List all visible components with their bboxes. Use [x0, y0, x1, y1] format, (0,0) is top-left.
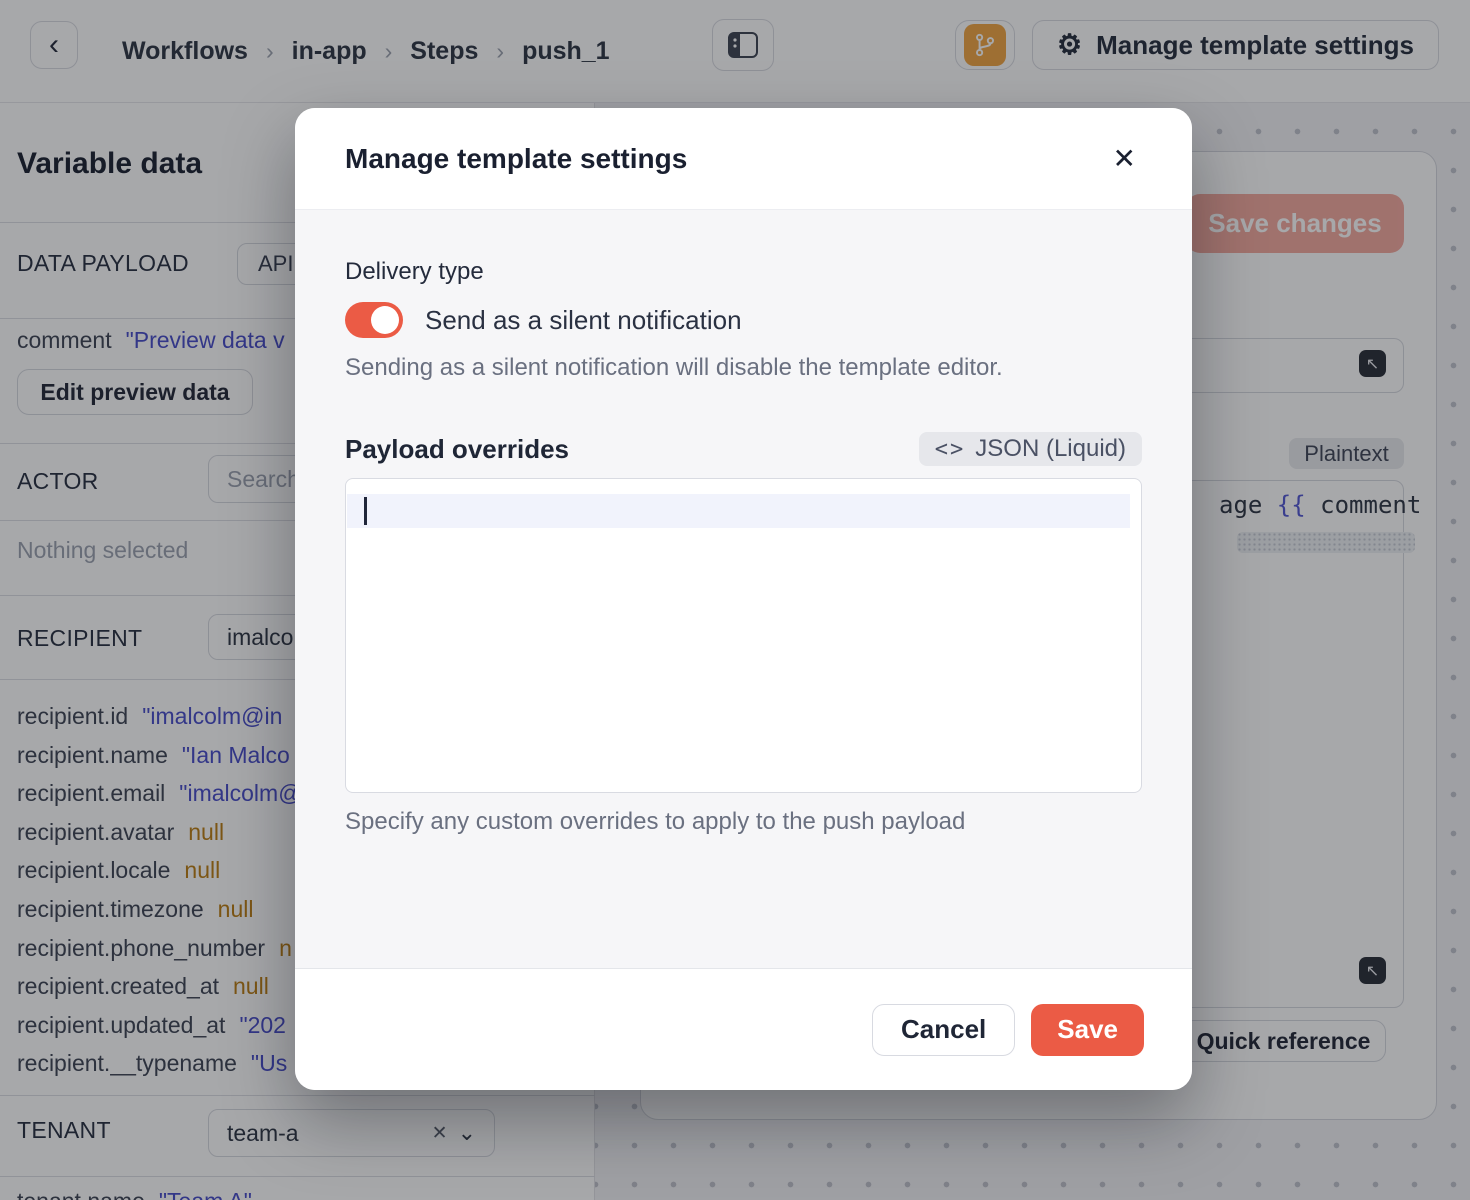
silent-notification-label: Send as a silent notification — [425, 305, 742, 336]
modal-body: Delivery type Send as a silent notificat… — [295, 210, 1192, 968]
silent-notification-row: Send as a silent notification — [345, 302, 1142, 338]
editor-active-line — [347, 494, 1130, 528]
toggle-knob — [371, 306, 399, 334]
modal-title: Manage template settings — [345, 143, 687, 175]
delivery-helper-text: Sending as a silent notification will di… — [345, 354, 1142, 382]
editor-caret — [364, 497, 367, 525]
code-brackets-icon: <> — [935, 437, 966, 462]
cancel-button[interactable]: Cancel — [872, 1004, 1015, 1056]
json-liquid-badge[interactable]: <> JSON (Liquid) — [919, 432, 1142, 466]
json-liquid-label: JSON (Liquid) — [975, 435, 1126, 463]
silent-notification-toggle[interactable] — [345, 302, 403, 338]
modal-footer: Cancel Save — [295, 968, 1192, 1090]
modal-header: Manage template settings ✕ — [295, 108, 1192, 210]
payload-overrides-editor[interactable] — [345, 478, 1142, 793]
save-button[interactable]: Save — [1031, 1004, 1144, 1056]
payload-overrides-heading: Payload overrides — [345, 434, 569, 465]
app-screen: ‹ Workflows › in-app › Steps › push_1 — [0, 0, 1470, 1200]
close-icon[interactable]: ✕ — [1107, 139, 1142, 179]
manage-template-settings-modal: Manage template settings ✕ Delivery type… — [295, 108, 1192, 1090]
delivery-type-heading: Delivery type — [345, 258, 1142, 286]
payload-helper-text: Specify any custom overrides to apply to… — [345, 808, 1142, 836]
payload-overrides-header: Payload overrides <> JSON (Liquid) — [345, 432, 1142, 466]
